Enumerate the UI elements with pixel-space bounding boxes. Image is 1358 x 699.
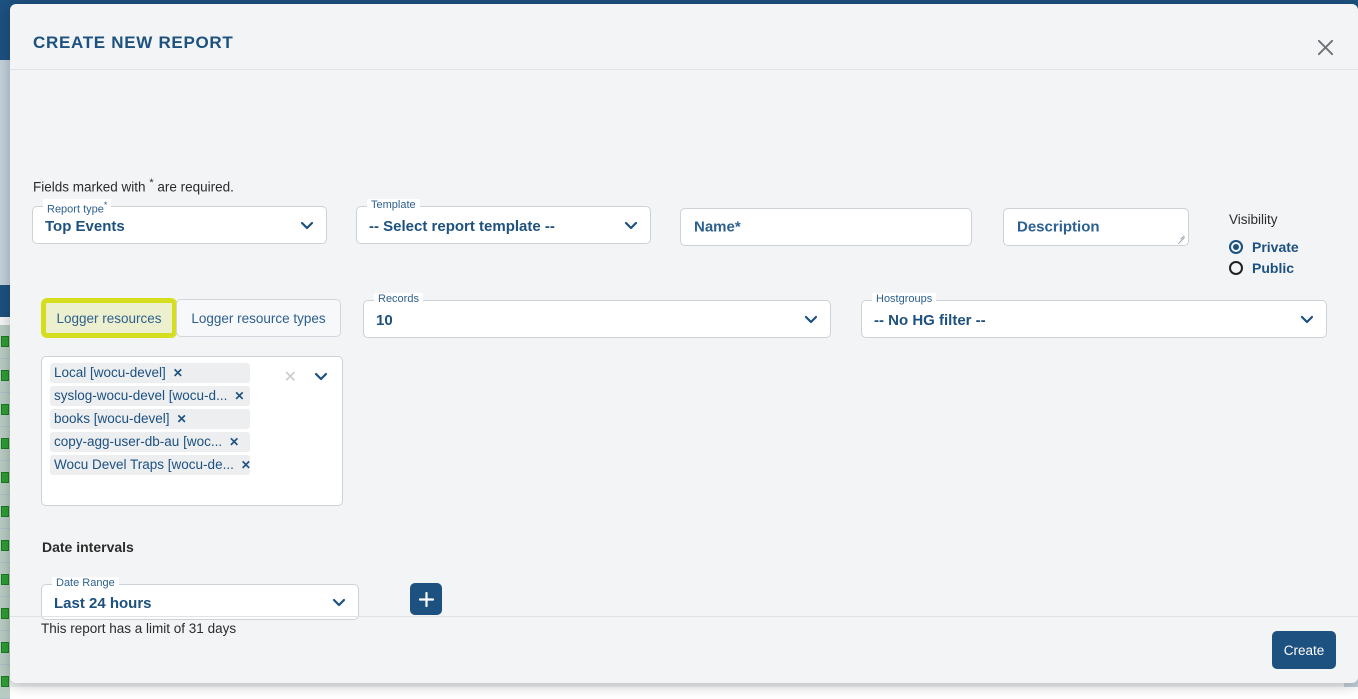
- add-date-interval-button[interactable]: [410, 583, 442, 615]
- toggle-logger-resource-types-label: Logger resource types: [191, 311, 325, 326]
- background-status-badge: [1, 642, 9, 653]
- toggle-logger-resource-types[interactable]: Logger resource types: [176, 299, 341, 337]
- create-new-report-modal: CREATE NEW REPORT Fields marked with * a…: [10, 4, 1358, 683]
- resource-chip[interactable]: copy-agg-user-db-au [woc... ✕: [50, 432, 250, 452]
- background-status-badge: [1, 506, 9, 517]
- records-select[interactable]: Records 10: [363, 300, 831, 338]
- visibility-public-label: Public: [1252, 260, 1294, 276]
- chevron-down-icon: [299, 217, 315, 233]
- modal-footer: Create: [10, 616, 1358, 683]
- required-note-prefix: Fields marked with: [33, 180, 146, 195]
- resource-chip-label: copy-agg-user-db-au [woc...: [54, 434, 222, 449]
- name-placeholder: Name*: [694, 219, 741, 236]
- report-type-label: Report type*: [43, 199, 111, 216]
- clear-x-icon[interactable]: ✕: [284, 367, 297, 387]
- background-status-badge: [1, 608, 9, 619]
- visibility-label: Visibility: [1229, 212, 1278, 227]
- required-fields-note: Fields marked with * are required.: [33, 177, 234, 195]
- remove-chip-icon[interactable]: ✕: [241, 458, 251, 472]
- radio-private-icon: [1229, 240, 1243, 254]
- date-range-value: Last 24 hours: [54, 595, 152, 612]
- visibility-private-label: Private: [1252, 239, 1299, 255]
- logger-resources-multiselect[interactable]: Local [wocu-devel]✕syslog-wocu-devel [wo…: [41, 356, 343, 506]
- radio-public-icon: [1229, 261, 1243, 275]
- background-status-badge: [1, 540, 9, 551]
- close-icon[interactable]: [1310, 32, 1340, 62]
- resize-handle-icon[interactable]: [1176, 234, 1186, 244]
- background-status-badge: [1, 404, 9, 415]
- required-note-marker: *: [149, 177, 153, 189]
- selected-resource-chips: Local [wocu-devel]✕syslog-wocu-devel [wo…: [50, 363, 250, 475]
- background-status-badge: [1, 676, 9, 687]
- background-left-header: [0, 285, 10, 317]
- chevron-down-icon: [803, 311, 819, 327]
- remove-chip-icon[interactable]: ✕: [177, 412, 187, 426]
- date-intervals-heading: Date intervals: [42, 539, 134, 555]
- page-title: CREATE NEW REPORT: [33, 33, 233, 53]
- modal-body: Fields marked with * are required. Repor…: [10, 70, 1358, 616]
- remove-chip-icon[interactable]: ✕: [173, 366, 183, 380]
- plus-icon: [418, 591, 435, 608]
- resource-chip[interactable]: Local [wocu-devel] ✕: [50, 363, 250, 383]
- remove-chip-icon[interactable]: ✕: [234, 389, 244, 403]
- required-note-suffix: are required.: [157, 180, 234, 195]
- resource-chip[interactable]: Wocu Devel Traps [wocu-de... ✕: [50, 455, 250, 475]
- template-value: -- Select report template --: [369, 218, 555, 235]
- resource-chip-label: Local [wocu-devel]: [54, 365, 166, 380]
- resource-chip-label: Wocu Devel Traps [wocu-de...: [54, 457, 234, 472]
- background-status-badge: [1, 574, 9, 585]
- visibility-option-private[interactable]: Private: [1229, 239, 1299, 255]
- background-status-badge: [1, 438, 9, 449]
- hostgroups-label: Hostgroups: [872, 293, 936, 305]
- chevron-down-icon: [623, 217, 639, 233]
- chevron-down-icon: [331, 594, 347, 610]
- remove-chip-icon[interactable]: ✕: [229, 435, 239, 449]
- hostgroups-value: -- No HG filter --: [874, 312, 986, 329]
- records-value: 10: [376, 312, 393, 329]
- visibility-option-public[interactable]: Public: [1229, 260, 1294, 276]
- report-type-value: Top Events: [45, 218, 125, 235]
- toggle-logger-resources[interactable]: Logger resources: [42, 299, 176, 337]
- background-status-badge: [1, 472, 9, 483]
- records-label: Records: [374, 293, 423, 305]
- template-select[interactable]: Template -- Select report template --: [356, 206, 651, 244]
- create-button[interactable]: Create: [1272, 631, 1336, 669]
- name-field[interactable]: Name*: [680, 208, 972, 246]
- date-range-select[interactable]: Date Range Last 24 hours: [41, 584, 359, 620]
- background-status-badge: [1, 370, 9, 381]
- hostgroups-select[interactable]: Hostgroups -- No HG filter --: [861, 300, 1327, 338]
- date-range-label: Date Range: [52, 577, 119, 589]
- resource-chip[interactable]: syslog-wocu-devel [wocu-d... ✕: [50, 386, 250, 406]
- modal-header: CREATE NEW REPORT: [10, 4, 1358, 70]
- resource-chip-label: syslog-wocu-devel [wocu-d...: [54, 388, 227, 403]
- description-placeholder: Description: [1017, 219, 1100, 236]
- toggle-logger-resources-label: Logger resources: [56, 311, 161, 326]
- background-sidebar: [0, 0, 10, 60]
- description-field[interactable]: Description: [1003, 208, 1189, 246]
- chevron-down-icon: [1299, 311, 1315, 327]
- template-label: Template: [367, 199, 420, 211]
- background-status-badge: [1, 336, 9, 347]
- resource-chip[interactable]: books [wocu-devel] ✕: [50, 409, 250, 429]
- resource-chip-label: books [wocu-devel]: [54, 411, 170, 426]
- report-type-select[interactable]: Report type* Top Events: [32, 206, 327, 244]
- chevron-down-icon[interactable]: [313, 368, 329, 384]
- background-left-band: [0, 60, 10, 285]
